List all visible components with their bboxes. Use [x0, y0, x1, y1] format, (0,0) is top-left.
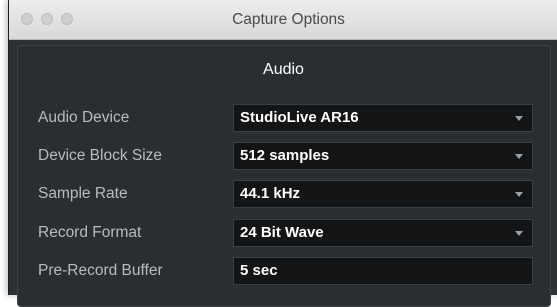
- pre-record-buffer-value: 5 sec: [240, 262, 278, 279]
- window-title: Capture Options: [232, 11, 345, 28]
- device-block-size-label: Device Block Size: [38, 147, 163, 164]
- pre-record-buffer-field[interactable]: 5 sec: [233, 257, 533, 285]
- chevron-down-icon: [515, 192, 523, 197]
- audio-device-dropdown[interactable]: StudioLive AR16: [233, 104, 533, 132]
- section-title: Audio: [263, 61, 304, 78]
- chevron-down-icon: [515, 154, 523, 159]
- device-block-size-value: 512 samples: [240, 147, 330, 164]
- sample-rate-dropdown[interactable]: 44.1 kHz: [233, 180, 533, 208]
- sample-rate-label: Sample Rate: [38, 185, 128, 202]
- chevron-down-icon: [515, 116, 523, 121]
- pre-record-buffer-label: Pre-Record Buffer: [38, 262, 163, 279]
- device-block-size-dropdown[interactable]: 512 samples: [233, 142, 533, 170]
- titlebar: Capture Options: [9, 0, 557, 40]
- audio-device-label: Audio Device: [38, 109, 130, 126]
- record-format-dropdown[interactable]: 24 Bit Wave: [233, 219, 533, 247]
- chevron-down-icon: [515, 231, 523, 236]
- sample-rate-value: 44.1 kHz: [240, 185, 301, 202]
- audio-device-value: StudioLive AR16: [240, 109, 359, 126]
- record-format-label: Record Format: [38, 224, 142, 241]
- record-format-value: 24 Bit Wave: [240, 224, 324, 241]
